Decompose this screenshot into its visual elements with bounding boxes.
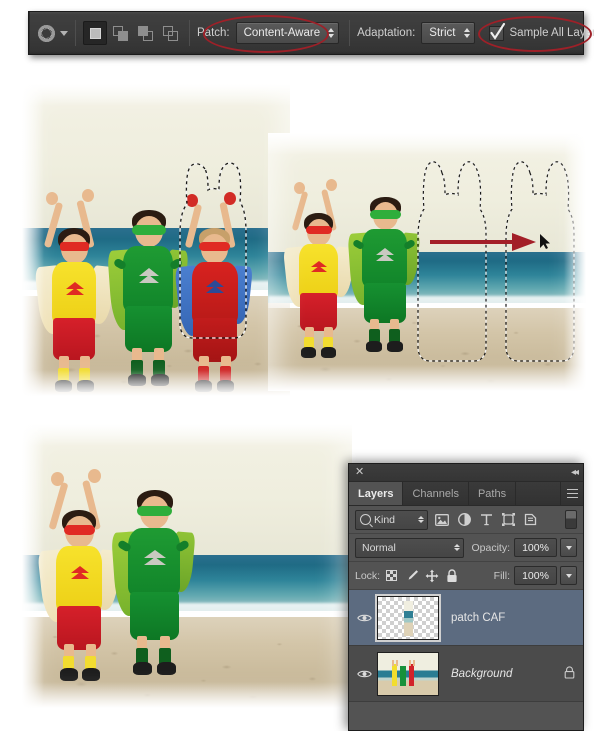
stepper-icon bbox=[454, 543, 461, 552]
filter-smart-object-layers-icon[interactable] bbox=[522, 512, 538, 528]
blend-mode-value: Normal bbox=[362, 541, 396, 554]
tab-bar-filler bbox=[516, 482, 561, 505]
photo-fade-top bbox=[268, 133, 586, 155]
photo-vignette bbox=[22, 84, 290, 396]
patch-label: Patch: bbox=[197, 27, 230, 39]
photo-fade-left bbox=[22, 424, 44, 708]
filter-pixel-layers-icon[interactable] bbox=[434, 512, 450, 528]
divider bbox=[349, 20, 351, 46]
new-selection-button[interactable] bbox=[83, 21, 107, 45]
add-to-selection-button[interactable] bbox=[108, 21, 132, 45]
photo-fade-left bbox=[22, 84, 44, 396]
lock-transparent-pixels-icon[interactable] bbox=[384, 568, 399, 583]
fill-label: Fill: bbox=[493, 569, 510, 582]
opacity-slider-caret-icon[interactable] bbox=[560, 538, 577, 557]
options-bar-grip[interactable] bbox=[29, 12, 30, 54]
adaptation-label: Adaptation: bbox=[357, 27, 416, 39]
photo-vignette bbox=[22, 424, 352, 708]
tab-channels-label: Channels bbox=[412, 487, 459, 500]
patch-mode-value: Content-Aware bbox=[243, 27, 321, 39]
tab-channels[interactable]: Channels bbox=[403, 482, 469, 505]
layer-name[interactable]: patch CAF bbox=[451, 612, 505, 624]
result-photo bbox=[22, 424, 352, 708]
sample-all-layers-checkbox[interactable] bbox=[488, 22, 505, 41]
options-bar: Patch: Content-Aware Adaptation: Strict … bbox=[28, 11, 594, 55]
divider bbox=[75, 20, 76, 46]
subtract-from-selection-button[interactable] bbox=[133, 21, 157, 45]
lock-fill-row: Lock: Fill: 100% bbox=[349, 562, 583, 590]
patch-mode-select[interactable]: Content-Aware bbox=[235, 22, 340, 44]
stepper-icon bbox=[463, 28, 470, 38]
tab-layers-label: Layers bbox=[358, 487, 394, 500]
patch-tool-icon[interactable] bbox=[38, 20, 55, 46]
fill-slider-caret-icon[interactable] bbox=[560, 566, 577, 585]
blend-mode-select[interactable]: Normal bbox=[355, 537, 465, 558]
adaptation-select[interactable]: Strict bbox=[421, 22, 475, 44]
filter-shape-layers-icon[interactable] bbox=[500, 512, 516, 528]
filter-adjustment-layers-icon[interactable] bbox=[456, 512, 472, 528]
lock-position-icon[interactable] bbox=[424, 568, 439, 583]
fill-value[interactable]: 100% bbox=[514, 566, 557, 585]
tab-paths[interactable]: Paths bbox=[469, 482, 517, 505]
transparent-patch-thumbnail[interactable] bbox=[375, 593, 441, 642]
close-icon[interactable]: ✕ bbox=[355, 467, 364, 478]
selection-mode-group bbox=[83, 21, 182, 45]
layers-panel-titlebar[interactable]: ✕ ◂◂ bbox=[349, 464, 583, 482]
filter-type-layers-icon[interactable] bbox=[478, 512, 494, 528]
panel-menu-icon[interactable] bbox=[561, 482, 583, 505]
patch-drag-photo bbox=[268, 133, 586, 391]
layer-visibility-toggle[interactable] bbox=[353, 613, 375, 623]
lock-all-icon[interactable] bbox=[444, 568, 459, 583]
original-photo-with-selection bbox=[22, 84, 290, 396]
search-icon bbox=[360, 514, 371, 525]
filter-kind-select[interactable]: Kind bbox=[355, 509, 428, 530]
collapse-to-icons-icon[interactable]: ◂◂ bbox=[571, 467, 579, 478]
tab-paths-label: Paths bbox=[477, 487, 507, 500]
sample-all-layers-label: Sample All Layers bbox=[509, 27, 594, 39]
tool-preset-caret-icon[interactable] bbox=[60, 30, 68, 36]
layer-name[interactable]: Background bbox=[451, 668, 512, 680]
lock-image-pixels-icon[interactable] bbox=[404, 568, 419, 583]
photo-fade-bottom bbox=[22, 370, 290, 396]
photo-fade-bottom bbox=[268, 365, 586, 391]
layers-panel: ✕ ◂◂ Layers Channels Paths Kind Normal O… bbox=[348, 463, 584, 731]
stepper-icon bbox=[418, 515, 424, 524]
tab-layers[interactable]: Layers bbox=[349, 482, 404, 505]
blend-opacity-row: Normal Opacity: 100% bbox=[349, 534, 583, 562]
filter-kind-label: Kind bbox=[374, 513, 396, 526]
photo-fade-bottom bbox=[22, 682, 352, 708]
photo-fade-top bbox=[22, 424, 352, 446]
lock-all-icon bbox=[564, 665, 575, 682]
table-row[interactable]: patch CAF bbox=[349, 590, 583, 646]
divider bbox=[189, 20, 190, 46]
opacity-label: Opacity: bbox=[471, 541, 510, 554]
opacity-value[interactable]: 100% bbox=[514, 538, 557, 557]
photo-vignette bbox=[268, 133, 586, 391]
adaptation-value: Strict bbox=[429, 27, 456, 39]
photo-fade-right bbox=[564, 133, 586, 391]
intersect-with-selection-button[interactable] bbox=[158, 21, 182, 45]
background-photo-thumbnail[interactable] bbox=[377, 651, 439, 696]
layers-panel-tabs: Layers Channels Paths bbox=[349, 482, 583, 506]
stepper-icon bbox=[328, 28, 335, 38]
photo-fade-top bbox=[22, 84, 290, 106]
layer-filter-row: Kind bbox=[349, 506, 583, 534]
layer-visibility-toggle[interactable] bbox=[353, 669, 375, 679]
lock-label: Lock: bbox=[355, 569, 381, 582]
table-row[interactable]: Background bbox=[349, 646, 583, 702]
filter-enable-toggle[interactable] bbox=[565, 510, 577, 529]
